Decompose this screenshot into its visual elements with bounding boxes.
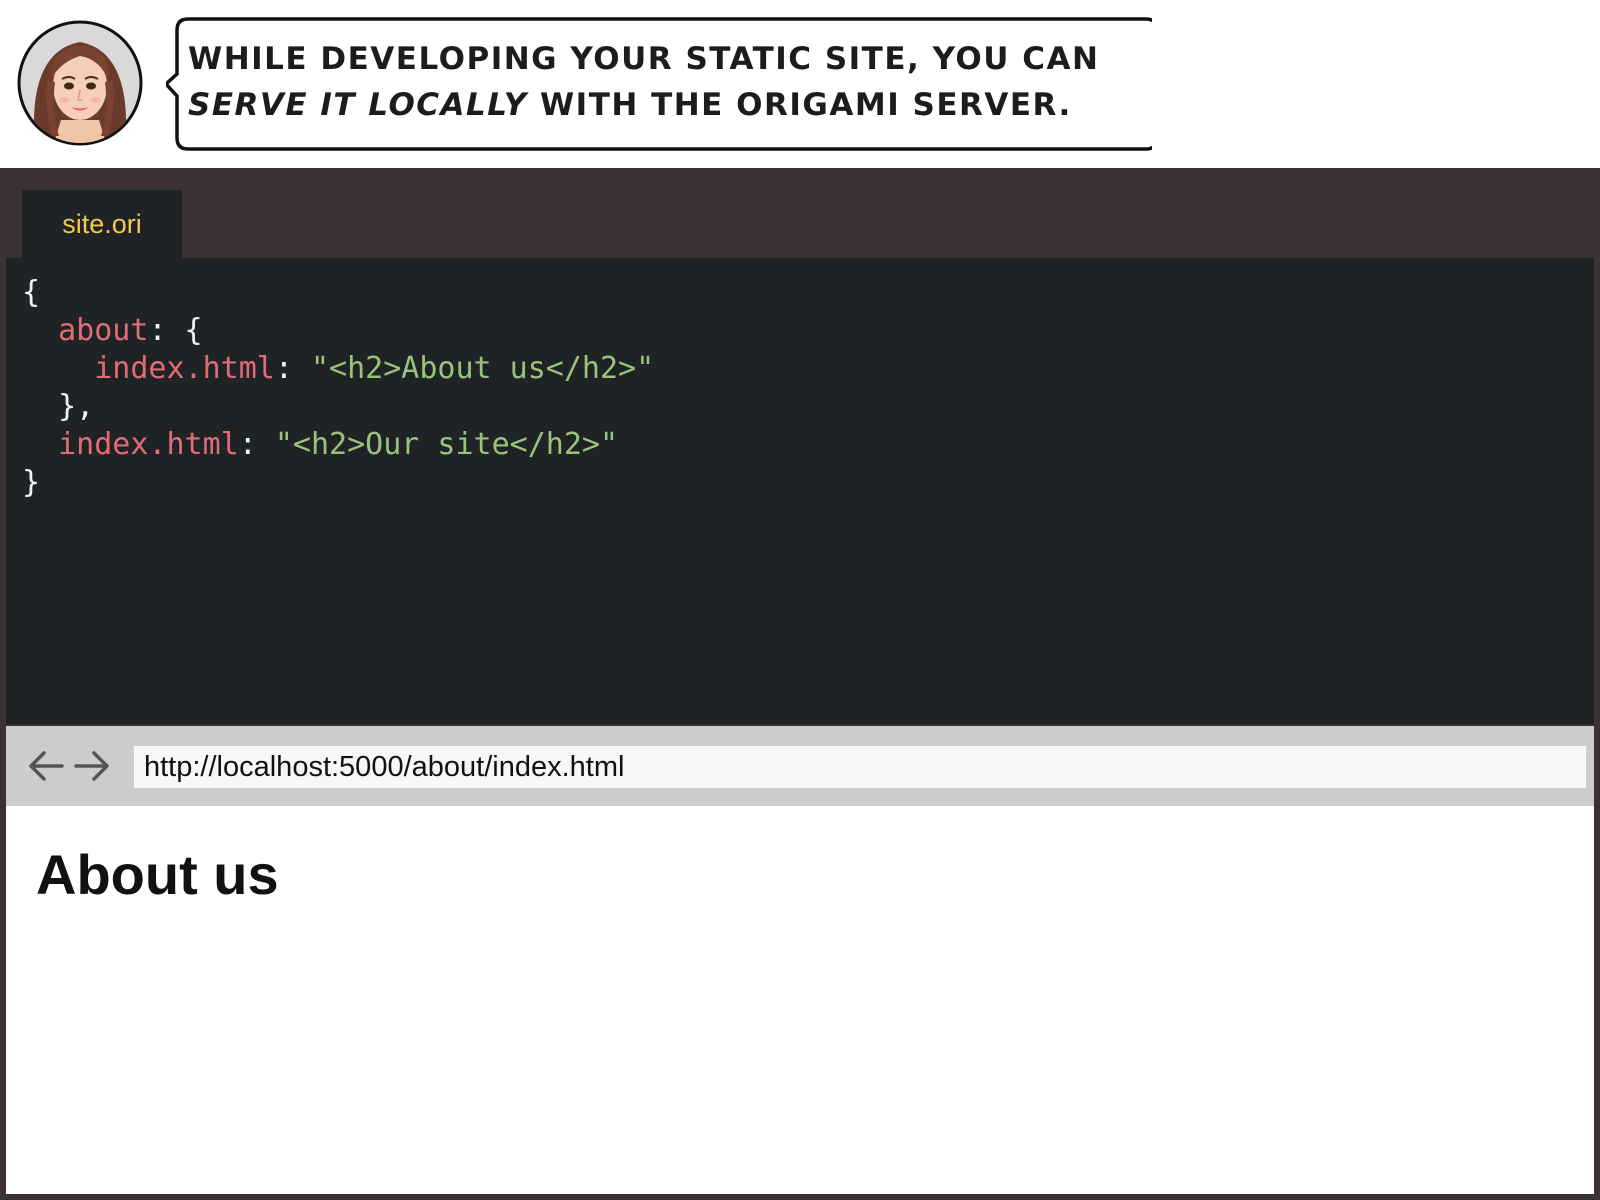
code-line: }, <box>22 388 1594 426</box>
browser-window: http://localhost:5000/about/index.html A… <box>6 726 1594 1194</box>
code-key: index.html <box>94 351 275 386</box>
speech-line-2: serve it locally with the Origami server… <box>188 82 1148 128</box>
page-heading: About us <box>36 843 279 906</box>
tab-label: site.ori <box>62 208 142 239</box>
browser-toolbar: http://localhost:5000/about/index.html <box>6 726 1594 806</box>
code-string: "<h2>Our site</h2>" <box>274 427 619 462</box>
comic-header: While developing your static site, you c… <box>0 0 1600 168</box>
arrow-left-icon[interactable] <box>26 748 66 784</box>
code-punctuation: : { <box>148 313 203 348</box>
code-punctuation: : <box>238 427 275 462</box>
code-line: { <box>22 274 1594 312</box>
code-editor[interactable]: { about: { index.html: "<h2>About us</h2… <box>6 258 1594 724</box>
code-punctuation: : <box>274 351 311 386</box>
tab-strip: site.ori <box>0 168 1600 258</box>
code-punctuation <box>22 427 58 462</box>
avatar-icon <box>17 20 143 146</box>
code-string: "<h2>About us</h2>" <box>311 351 655 386</box>
speech-text: While developing your static site, you c… <box>188 36 1148 128</box>
code-key: index.html <box>58 427 239 462</box>
browser-viewport: About us <box>6 806 1594 1194</box>
code-punctuation: } <box>22 465 41 500</box>
arrow-right-icon[interactable] <box>72 748 112 784</box>
code-line: about: { <box>22 312 1594 350</box>
code-line: index.html: "<h2>About us</h2>" <box>22 350 1594 388</box>
code-key: about <box>58 313 149 348</box>
code-punctuation: }, <box>22 389 95 424</box>
speech-line-2-rest: with the Origami server. <box>527 87 1072 123</box>
code-punctuation <box>22 351 94 386</box>
speech-emphasis: serve it locally <box>188 87 528 123</box>
window-frame: site.ori { about: { index.html: "<h2>Abo… <box>0 168 1600 1200</box>
code-punctuation <box>22 313 58 348</box>
address-bar[interactable]: http://localhost:5000/about/index.html <box>134 746 1586 788</box>
tab-site-ori[interactable]: site.ori <box>22 190 182 258</box>
code-line: index.html: "<h2>Our site</h2>" <box>22 426 1594 464</box>
code-punctuation: { <box>22 275 41 310</box>
speech-line-1: While developing your static site, you c… <box>188 41 1100 77</box>
code-line: } <box>22 464 1594 502</box>
